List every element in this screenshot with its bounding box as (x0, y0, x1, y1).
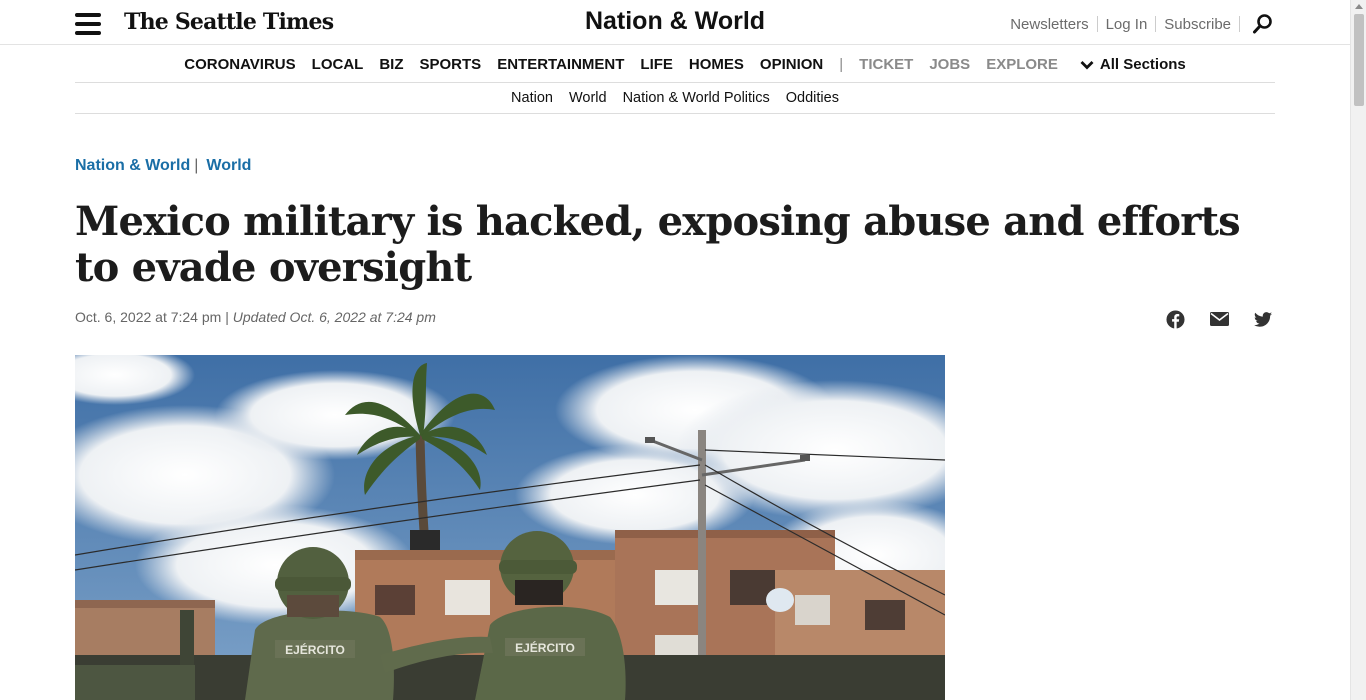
date-separator: | (225, 309, 229, 325)
nav-item-coronavirus[interactable]: CORONAVIRUS (184, 56, 295, 73)
scroll-up-icon[interactable] (1355, 4, 1363, 9)
subnav-item-oddities[interactable]: Oddities (786, 90, 839, 106)
twitter-icon[interactable] (1252, 309, 1274, 329)
sub-nav: Nation World Nation & World Politics Odd… (75, 84, 1275, 114)
all-sections-label: All Sections (1099, 56, 1186, 73)
email-icon[interactable] (1208, 309, 1230, 329)
nav-divider: | (839, 56, 844, 73)
photo-patch-right: EJÉRCITO (515, 640, 575, 655)
main-nav: CORONAVIRUS LOCAL BIZ SPORTS ENTERTAINME… (75, 46, 1275, 83)
subnav-item-nation[interactable]: Nation (511, 90, 553, 106)
newsletters-link[interactable]: Newsletters (1010, 16, 1088, 33)
utility-links: Newsletters Log In Subscribe (1010, 13, 1274, 35)
breadcrumb-separator: | (194, 157, 199, 174)
search-icon[interactable] (1252, 13, 1274, 35)
divider (1096, 16, 1098, 32)
site-header: The Seattle Times Nation & World Newslet… (0, 0, 1350, 45)
nav-item-local[interactable]: LOCAL (312, 56, 364, 73)
nav-item-entertainment[interactable]: ENTERTAINMENT (497, 56, 624, 73)
subscribe-link[interactable]: Subscribe (1164, 16, 1231, 33)
nav-item-sports[interactable]: SPORTS (420, 56, 482, 73)
subnav-item-world[interactable]: World (569, 90, 607, 106)
nav-item-opinion[interactable]: OPINION (760, 56, 823, 73)
breadcrumb-nation-world[interactable]: Nation & World (75, 157, 190, 175)
updated-date: Updated Oct. 6, 2022 at 7:24 pm (232, 309, 436, 325)
article-headline: Mexico military is hacked, exposing abus… (75, 198, 1241, 291)
nav-item-explore[interactable]: EXPLORE (986, 56, 1058, 73)
share-tools (1142, 309, 1274, 329)
login-link[interactable]: Log In (1106, 16, 1148, 33)
dateline: Oct. 6, 2022 at 7:24 pm | Updated Oct. 6… (75, 309, 436, 325)
nav-item-homes[interactable]: HOMES (689, 56, 744, 73)
breadcrumb-world[interactable]: World (206, 157, 251, 175)
section-title[interactable]: Nation & World (585, 7, 765, 35)
photo-patch-left: EJÉRCITO (285, 642, 345, 657)
subnav-item-politics[interactable]: Nation & World Politics (623, 90, 770, 106)
nav-item-jobs[interactable]: JOBS (929, 56, 970, 73)
divider (1239, 16, 1240, 32)
breadcrumb: Nation & World | World (75, 157, 251, 175)
nav-item-ticket[interactable]: TICKET (859, 56, 913, 73)
page-scrollbar[interactable] (1350, 0, 1366, 700)
nav-item-biz[interactable]: BIZ (379, 56, 403, 73)
all-sections-button[interactable]: All Sections (1080, 56, 1186, 73)
nav-item-life[interactable]: LIFE (640, 56, 673, 73)
lead-photo[interactable]: EJÉRCITO EJÉRCITO (75, 355, 945, 700)
scrollbar-thumb[interactable] (1354, 14, 1364, 106)
facebook-icon[interactable] (1164, 309, 1186, 329)
menu-icon[interactable] (75, 13, 101, 35)
chevron-down-icon (1080, 60, 1094, 69)
divider (1155, 16, 1157, 32)
site-logo[interactable]: The Seattle Times (124, 9, 334, 35)
published-date: Oct. 6, 2022 at 7:24 pm (75, 309, 222, 325)
